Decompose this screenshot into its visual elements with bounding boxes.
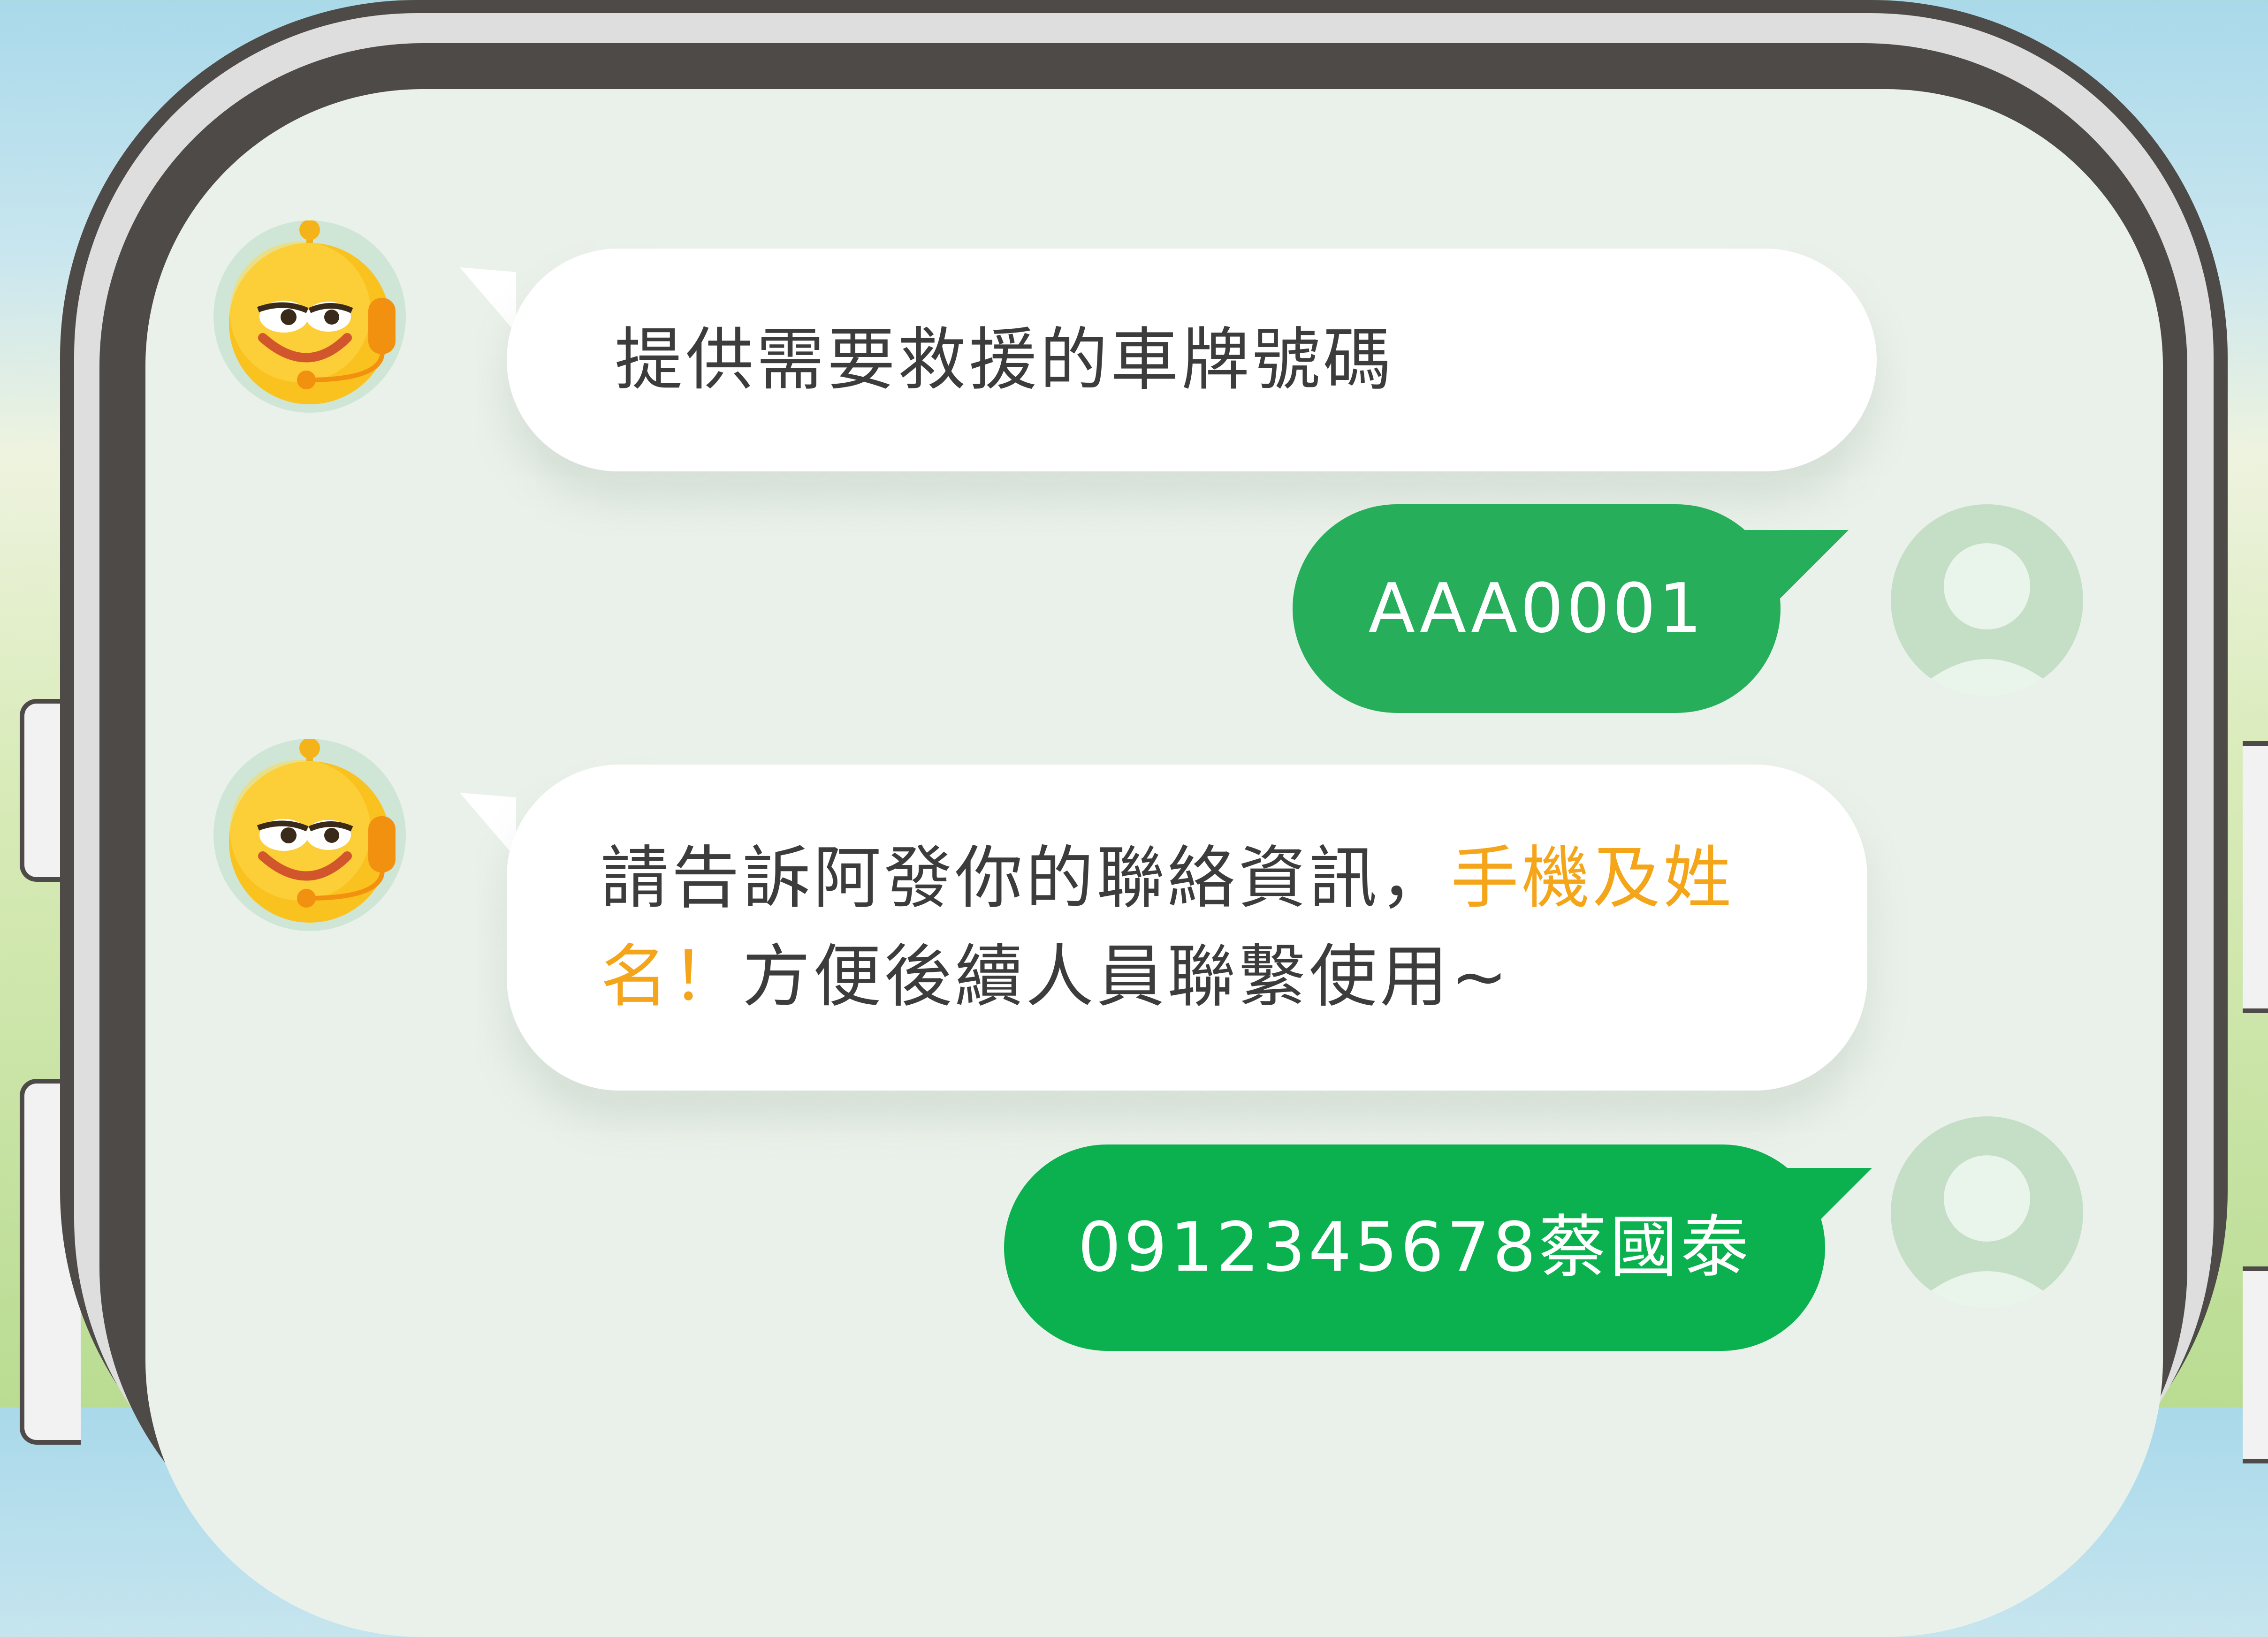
user-message-1: AAA0001 (1293, 504, 1781, 713)
side-button-right-lower (2243, 1266, 2268, 1463)
bubble-tail (460, 793, 516, 858)
message-text: 0912345678蔡國泰 (1078, 1208, 1751, 1287)
user-avatar (1891, 504, 2083, 697)
user-silhouette-icon (1910, 1155, 2064, 1309)
message-text: 提供需要救援的車牌號碼 (615, 320, 1394, 400)
message-text-part: 請告訴阿發你的聯絡資訊， (601, 838, 1451, 918)
bot-avatar (213, 220, 406, 413)
message-text-part: 方便後續人員聯繫使用~ (742, 937, 1511, 1016)
user-message-2: 0912345678蔡國泰 (1004, 1144, 1825, 1351)
user-silhouette-icon (1910, 543, 2064, 697)
user-avatar (1891, 1116, 2083, 1309)
robot-mascot-icon (229, 739, 396, 923)
bot-message-1: 提供需要救援的車牌號碼 (507, 249, 1877, 471)
bubble-tail (460, 267, 516, 333)
side-button-right-upper (2243, 741, 2268, 1013)
bot-message-2: 請告訴阿發你的聯絡資訊，手機及姓名！方便後續人員聯繫使用~ (507, 765, 1867, 1091)
bot-avatar (213, 739, 406, 931)
message-text: AAA0001 (1368, 568, 1705, 648)
message-text: 請告訴阿發你的聯絡資訊，手機及姓名！方便後續人員聯繫使用~ (601, 829, 1736, 1026)
robot-mascot-icon (229, 220, 396, 404)
